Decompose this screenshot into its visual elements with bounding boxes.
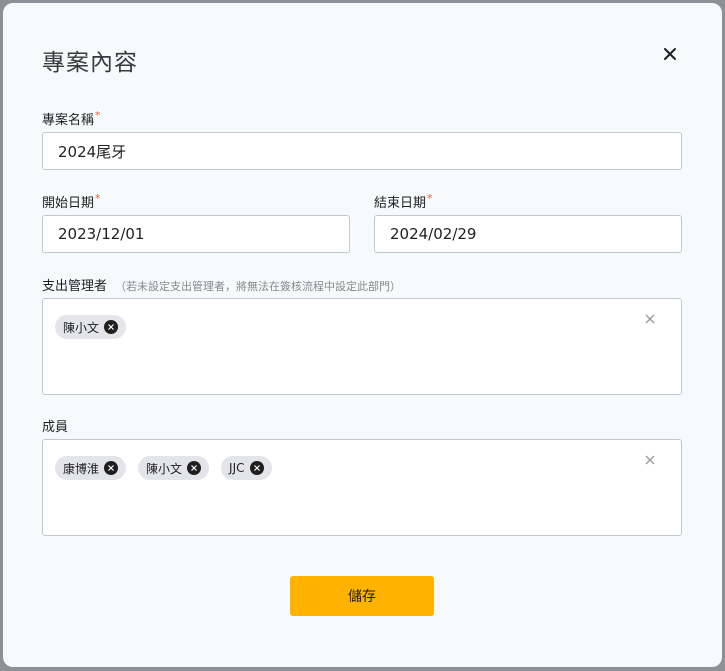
close-icon — [108, 465, 114, 471]
members-select[interactable]: 康博淮 陳小文 JJC — [42, 439, 682, 536]
expense-manager-select[interactable]: 陳小文 — [42, 298, 682, 395]
start-date-label: 開始日期* — [42, 192, 101, 211]
tag-label: 陳小文 — [63, 320, 100, 335]
clear-icon — [645, 314, 655, 324]
members-label: 成員 — [42, 420, 69, 435]
close-icon — [664, 48, 676, 60]
required-mark: * — [95, 192, 101, 205]
remove-tag-button[interactable] — [249, 461, 264, 475]
project-name-input[interactable] — [42, 132, 682, 170]
close-icon — [191, 465, 197, 471]
save-button[interactable]: 儲存 — [290, 576, 434, 616]
clear-members-button[interactable] — [642, 452, 658, 468]
clear-icon — [645, 455, 655, 465]
expense-manager-hint: （若未設定支出管理者，將無法在簽核流程中設定此部門） — [115, 280, 402, 293]
required-mark: * — [427, 192, 433, 205]
close-button[interactable] — [657, 41, 683, 67]
member-tag: JJC — [221, 456, 272, 480]
expense-manager-tag: 陳小文 — [55, 315, 127, 339]
remove-tag-button[interactable] — [187, 461, 202, 475]
member-tag: 康博淮 — [55, 456, 127, 480]
project-name-label: 專案名稱* — [42, 109, 101, 128]
expense-manager-label: 支出管理者 （若未設定支出管理者，將無法在簽核流程中設定此部門） — [42, 279, 402, 294]
tag-label: 陳小文 — [146, 461, 183, 476]
project-detail-modal: 專案內容 專案名稱* 開始日期* 結束日期* 支出管理者（若未設定支出管理者，將… — [3, 3, 722, 667]
tag-label: JJC — [229, 461, 245, 475]
close-icon — [253, 465, 260, 471]
tag-label: 康博淮 — [63, 461, 100, 476]
modal-title: 專案內容 — [42, 50, 138, 76]
required-mark: * — [95, 109, 101, 122]
remove-tag-button[interactable] — [104, 461, 119, 475]
end-date-input[interactable] — [374, 215, 682, 253]
start-date-input[interactable] — [42, 215, 350, 253]
close-icon — [108, 324, 114, 330]
member-tag: 陳小文 — [138, 456, 210, 480]
clear-expense-manager-button[interactable] — [642, 311, 658, 327]
remove-tag-button[interactable] — [104, 320, 119, 334]
end-date-label: 結束日期* — [374, 192, 433, 211]
